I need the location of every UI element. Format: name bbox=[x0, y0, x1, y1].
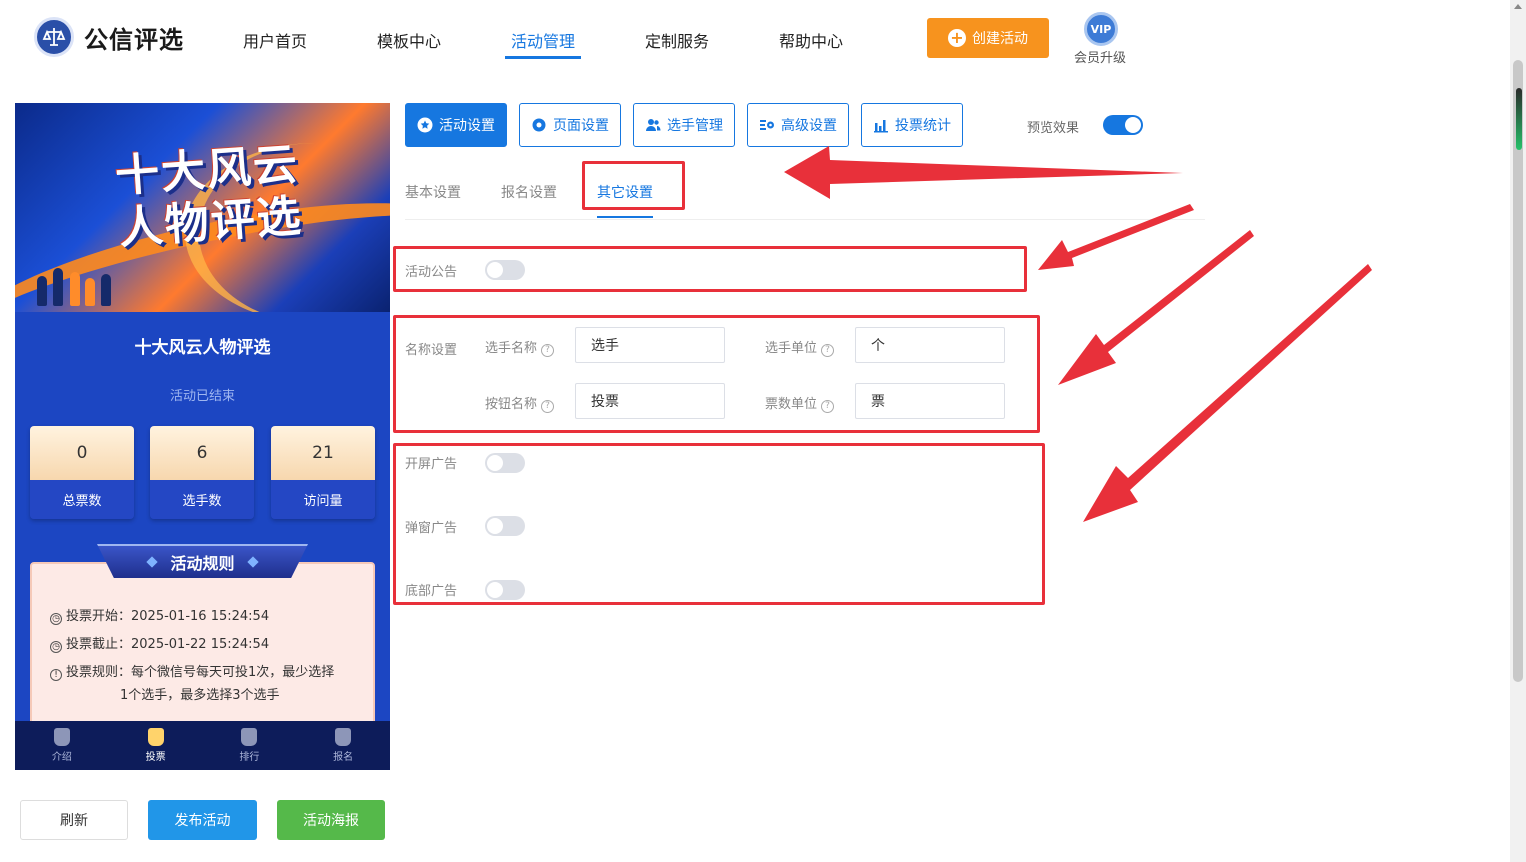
arrow-to-announcement bbox=[1038, 204, 1194, 270]
rules-heading: 活动规则 bbox=[97, 544, 308, 578]
arrow-to-ads bbox=[1083, 264, 1372, 522]
annotation-arrows bbox=[784, 146, 1372, 522]
arrow-to-other-settings bbox=[784, 146, 1183, 199]
arrow-to-naming bbox=[1058, 230, 1254, 385]
